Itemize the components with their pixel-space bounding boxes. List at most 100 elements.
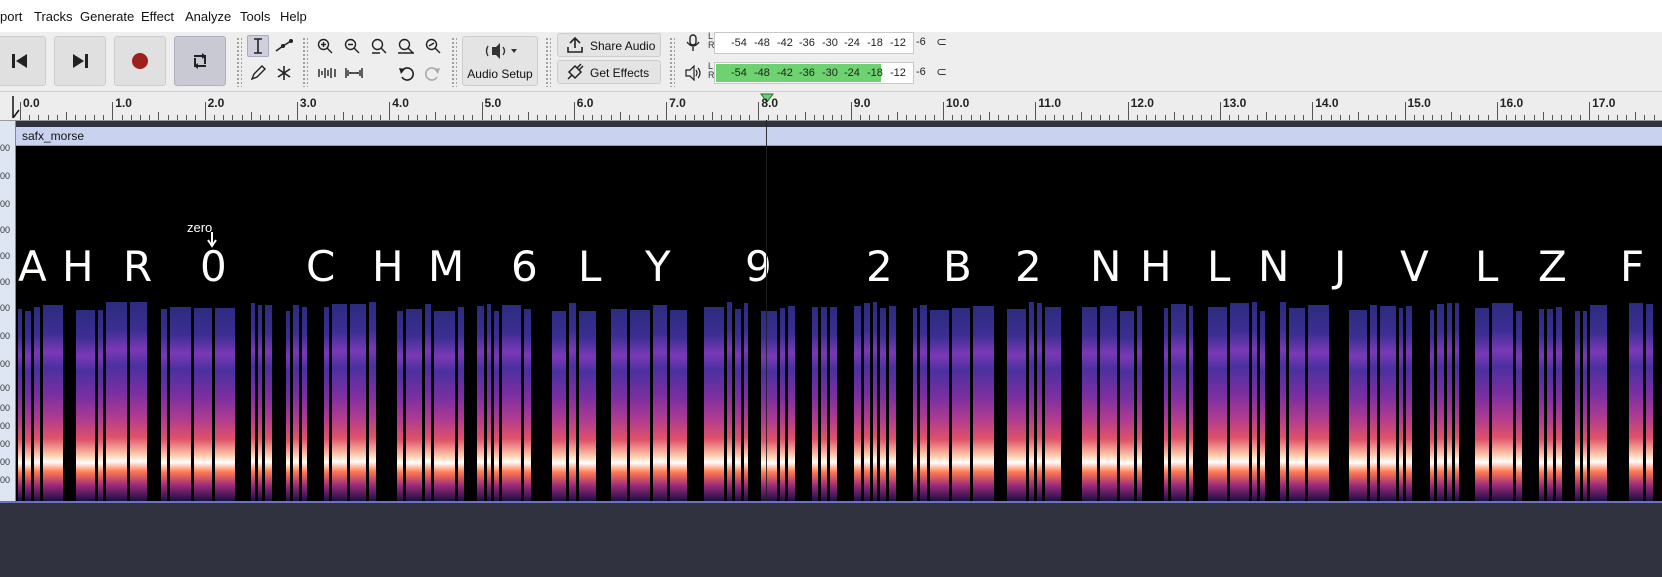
spectrogram-band [1289,308,1305,501]
fit-project-button[interactable] [395,35,417,57]
record-meter[interactable]: -54 -48 -42 -36 -30 -24 -18 -12 [714,32,914,54]
ruler-minor-tick [998,115,1000,120]
ruler-minor-tick [269,115,271,120]
menu-generate[interactable]: Generate [80,9,134,24]
ruler-minor-tick [139,115,141,120]
selection-tool-button[interactable] [247,35,269,57]
ruler-minor-tick [1321,115,1323,120]
loop-button[interactable] [174,36,226,86]
zoom-toggle-button[interactable] [422,35,444,57]
silence-audio-button[interactable] [343,62,365,84]
ruler-minor-tick [1358,112,1360,120]
pencil-icon [250,65,266,81]
scale-tick: 00 [0,225,11,235]
meter-tick: -24 [844,37,860,49]
ruler-minor-tick [361,115,363,120]
ruler-major-tick [1035,102,1037,120]
spectrogram-band [43,305,63,501]
clip-name: safx_morse [22,129,85,143]
toolbar-grip[interactable] [302,37,308,87]
toolbar-grip[interactable] [236,37,242,87]
zoom-fit-icon [398,38,414,54]
ruler-minor-tick [287,115,289,120]
spectrogram-band [350,304,366,501]
meter-tick: -18 [867,67,883,79]
get-effects-label: Get Effects [590,66,650,80]
menu-tools[interactable]: Tools [240,9,270,24]
spectrogram-band [487,304,491,501]
track-vertical-scale[interactable]: 00 00 00 00 00 00 00 00 00 00 00 00 00 0… [0,121,16,501]
ruler-minor-tick [84,115,86,120]
ruler-minor-tick [1238,115,1240,120]
ruler-minor-tick [130,115,132,120]
menu-tracks[interactable]: Tracks [34,9,73,24]
spectrogram-band [952,308,970,501]
toolbar-grip[interactable] [669,37,675,87]
scale-tick: 00 [0,171,11,181]
spectrogram-band [1475,308,1489,501]
ruler-minor-tick [629,115,631,120]
menu-analyze[interactable]: Analyze [185,9,231,24]
playback-meter-button[interactable] [682,62,704,84]
scale-tick: 00 [0,199,11,209]
ruler-minor-tick [776,115,778,120]
zoom-out-button[interactable] [341,35,363,57]
playhead-line[interactable] [766,120,767,501]
skip-start-button[interactable] [0,36,46,86]
ruler-major-tick [850,102,852,120]
timeline-ruler[interactable]: 0.0 1.0 2.0 3.0 4.0 5.0 6.0 7.0 8.0 9.0 10.0 11.0 12… [0,92,1662,121]
menu-effect[interactable]: Effect [141,9,174,24]
record-meter-button[interactable] [682,32,704,54]
ruler-minor-tick [924,115,926,120]
spectrogram-band [552,311,566,501]
ruler-label: 0.0 [23,96,40,110]
ruler-minor-tick [1376,115,1378,120]
ruler-minor-tick [767,115,769,120]
menu-export[interactable]: port [0,9,22,24]
spectrogram-band [502,305,521,501]
ruler-minor-tick [1229,115,1231,120]
redo-button[interactable] [422,62,444,84]
ruler-minor-tick [1561,115,1563,120]
ruler-minor-tick [223,115,225,120]
spectrogram-band [1516,311,1522,501]
share-audio-button[interactable]: Share Audio [557,33,661,57]
meter-tick: -18 [867,37,883,49]
fit-selection-button[interactable] [368,35,390,57]
draw-tool-button[interactable] [247,62,269,84]
ruler-label: 15.0 [1407,96,1431,110]
ruler-minor-tick [859,115,861,120]
menu-help[interactable]: Help [280,9,307,24]
zoom-in-button[interactable] [314,35,336,57]
skip-end-button[interactable] [54,36,106,86]
toolbar-grip[interactable] [545,37,551,87]
ruler-minor-tick [1275,115,1277,120]
ruler-major-tick [204,102,206,120]
ruler-minor-tick [1450,112,1452,120]
handwritten-letter: 2 [866,242,893,291]
ruler-minor-tick [1136,115,1138,120]
undo-button[interactable] [395,62,417,84]
meter-tick: -36 [799,37,815,49]
ruler-minor-tick [1293,115,1295,120]
multi-tool-button[interactable] [273,62,295,84]
trim-audio-button[interactable] [316,62,338,84]
spectrogram-band [25,311,31,501]
ruler-minor-tick [933,115,935,120]
ruler-minor-tick [1062,115,1064,120]
audio-setup-button[interactable]: Audio Setup [462,36,538,86]
scale-tick: 00 [0,439,11,449]
spectrogram-view[interactable] [16,146,1662,501]
envelope-tool-button[interactable] [273,35,295,57]
spectrogram-band [161,309,167,501]
handwritten-letter: Z [1538,242,1567,291]
meter-tick: -6 [916,36,926,48]
record-button[interactable] [114,36,166,86]
handwritten-letter: J [1334,242,1347,291]
playback-meter[interactable]: -54 -48 -42 -36 -30 -24 -18 -12 [714,62,914,84]
clip-header[interactable]: safx_morse [16,127,1662,146]
get-effects-button[interactable]: Get Effects [557,60,661,84]
toolbar-grip[interactable] [451,37,457,87]
ruler-minor-tick [158,112,160,120]
ruler-major-tick [758,102,760,120]
